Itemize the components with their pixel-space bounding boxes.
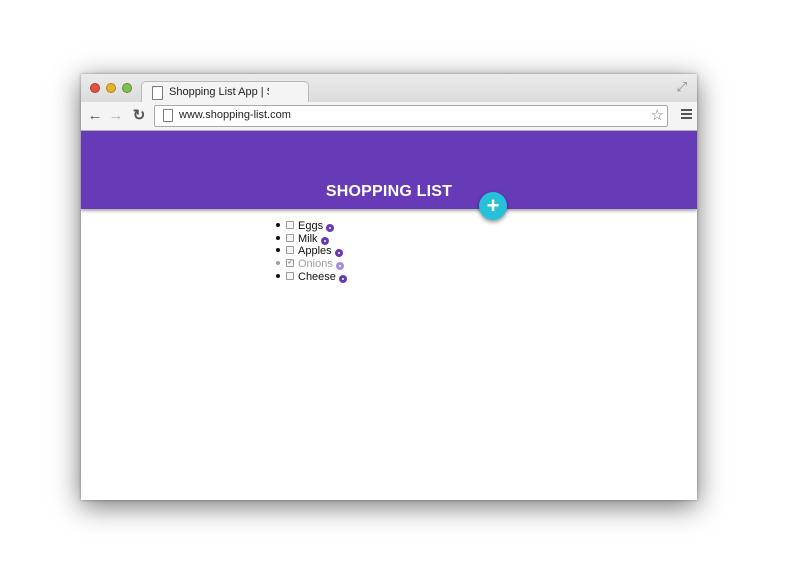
tab-title: Shopping List App | Shop [169, 86, 269, 98]
item-checkbox[interactable]: ✔ [286, 259, 294, 268]
url-text[interactable]: www.shopping-list.com [179, 109, 291, 121]
item-label: Onions [298, 258, 333, 271]
page-title: SHOPPING LIST [325, 183, 453, 200]
browser-window: Shopping List App | Shop ⤢ ← → ↻ www.sho… [81, 74, 697, 500]
item-label: Apples [298, 245, 332, 258]
minimize-window-button[interactable] [106, 83, 116, 93]
add-item-button[interactable]: + [479, 192, 507, 220]
list-item: ✔ Onions [276, 258, 347, 271]
reload-icon[interactable]: ↻ [130, 106, 148, 126]
forward-arrow-icon[interactable]: → [107, 106, 125, 126]
browser-toolbar: ← → ↻ www.shopping-list.com ☆ [81, 102, 697, 131]
address-bar[interactable]: www.shopping-list.com ☆ [154, 105, 668, 127]
bullet-icon [276, 235, 280, 240]
item-label: Cheese [298, 270, 336, 283]
list-item: Apples [276, 245, 347, 258]
item-checkbox[interactable] [286, 233, 294, 242]
remove-item-button[interactable] [338, 274, 347, 283]
title-bar: Shopping List App | Shop ⤢ [81, 74, 697, 103]
back-arrow-icon[interactable]: ← [86, 106, 104, 126]
bullet-icon [276, 273, 280, 278]
page-icon [163, 109, 173, 122]
shopping-list: Eggs Milk Apples ✔ Onions Cheese [276, 220, 347, 283]
fullscreen-icon[interactable]: ⤢ [677, 80, 687, 93]
list-item: Eggs [276, 220, 347, 233]
item-checkbox[interactable] [286, 271, 294, 280]
item-checkbox[interactable] [286, 246, 294, 255]
item-checkbox[interactable] [286, 221, 294, 230]
page-content: SHOPPING LIST + Eggs Milk Apples ✔ Onions… [81, 131, 697, 500]
page-icon [152, 86, 163, 100]
bullet-icon [276, 248, 280, 253]
list-item: Milk [276, 233, 347, 246]
browser-tab[interactable]: Shopping List App | Shop [141, 81, 309, 103]
star-icon[interactable]: ☆ [651, 106, 664, 126]
app-header: SHOPPING LIST [81, 131, 697, 209]
zoom-window-button[interactable] [122, 83, 132, 93]
remove-item-button[interactable] [334, 249, 343, 258]
list-item: Cheese [276, 271, 347, 284]
item-label: Eggs [298, 220, 324, 233]
bullet-icon [276, 223, 280, 228]
close-window-button[interactable] [90, 83, 100, 93]
remove-item-button[interactable] [326, 224, 335, 233]
item-label: Milk [298, 232, 318, 245]
remove-item-button[interactable] [320, 236, 329, 245]
bullet-icon [276, 261, 280, 266]
hamburger-menu-icon[interactable] [681, 109, 692, 121]
remove-item-button[interactable] [335, 262, 344, 271]
